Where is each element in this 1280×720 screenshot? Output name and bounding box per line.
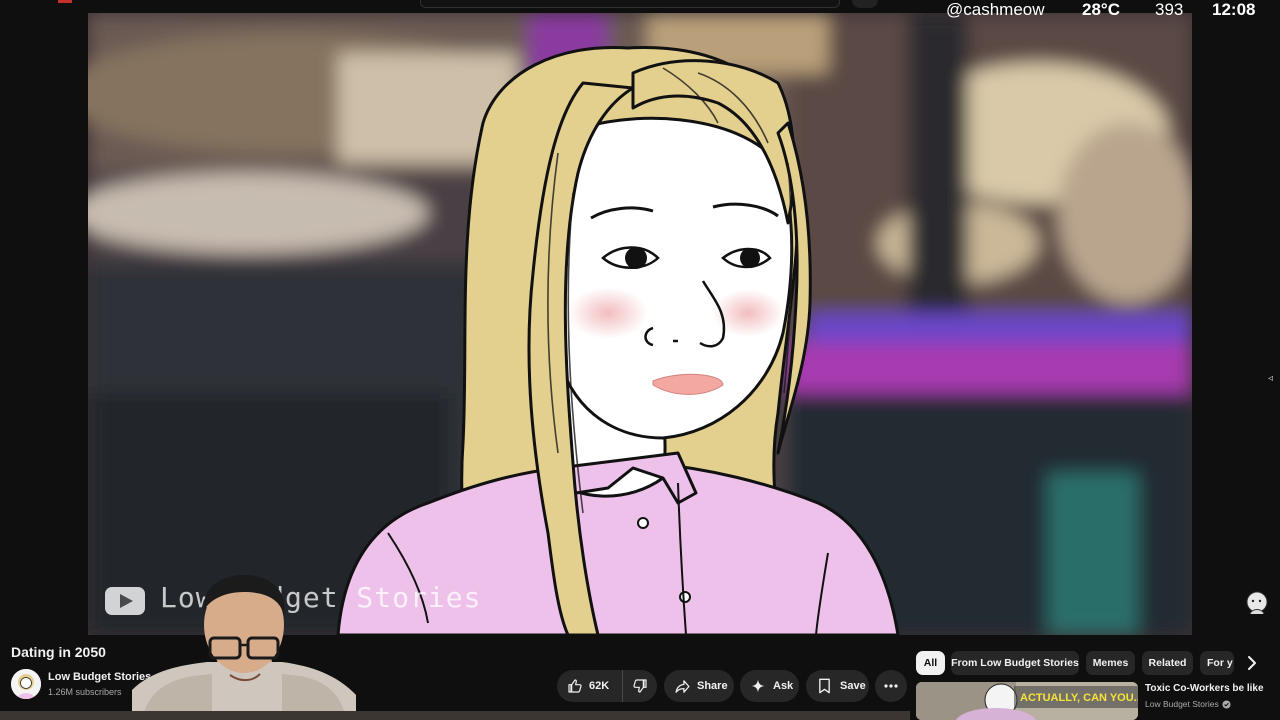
screen: Low Budget Stories @cashmeow 28°C 393 12…	[0, 0, 1280, 720]
overlay-handle: @cashmeow	[946, 0, 1045, 19]
more-actions-button[interactable]	[875, 670, 907, 702]
chip-memes[interactable]: Memes	[1086, 651, 1135, 675]
dislike-button[interactable]	[623, 670, 657, 702]
save-label: Save	[840, 680, 866, 692]
ask-label: Ask	[773, 680, 794, 692]
thumbnail-caption: ACTUALLY, CAN YOU...	[1020, 692, 1138, 704]
channel-avatar-icon	[11, 669, 41, 699]
chevron-right-icon[interactable]	[1244, 654, 1260, 672]
recommendation-title[interactable]: Toxic Co-Workers be like	[1145, 683, 1264, 694]
voice-search-icon[interactable]	[852, 0, 878, 8]
like-dislike-group: 62K	[557, 670, 657, 702]
overlay-count: 393	[1155, 0, 1184, 19]
chip-for-you[interactable]: For y	[1200, 651, 1234, 675]
youtube-logo-fragment	[58, 0, 72, 3]
chip-related[interactable]: Related	[1142, 651, 1193, 675]
search-box-fragment[interactable]	[420, 0, 840, 8]
share-button[interactable]: Share	[664, 670, 734, 702]
more-icon	[884, 684, 898, 688]
character-avatar-icon	[1246, 591, 1268, 615]
like-button[interactable]: 62K	[557, 670, 623, 702]
recommendation-channel-row: Low Budget Stories	[1145, 699, 1231, 709]
share-icon	[675, 679, 690, 693]
channel-avatar[interactable]	[11, 669, 41, 699]
overlay-time: 12:08	[1212, 0, 1256, 19]
thumbnail-art: ACTUALLY, CAN YOU...	[916, 682, 1138, 720]
save-button[interactable]: Save	[806, 670, 869, 702]
subscriber-count: 1.26M subscribers	[48, 687, 122, 697]
ask-icon	[751, 679, 765, 693]
save-icon	[819, 678, 830, 694]
recommendation-channel[interactable]: Low Budget Stories	[1145, 699, 1219, 709]
share-label: Share	[697, 680, 728, 692]
video-frame	[88, 13, 1192, 635]
like-icon	[568, 679, 582, 693]
dislike-icon	[633, 679, 647, 693]
video-player[interactable]: Low Budget Stories	[88, 13, 1192, 635]
description-preview-strip	[0, 711, 910, 720]
recommendation-thumbnail[interactable]: ACTUALLY, CAN YOU...	[916, 682, 1138, 720]
overlay-temperature: 28°C	[1082, 0, 1120, 19]
ask-button[interactable]: Ask	[740, 670, 799, 702]
like-count: 62K	[589, 680, 610, 692]
video-title: Dating in 2050	[11, 644, 106, 660]
webcam-feed	[132, 575, 356, 720]
chip-from-channel[interactable]: From Low Budget Stories	[951, 651, 1079, 675]
streamer-webcam	[132, 570, 356, 720]
chip-all[interactable]: All	[916, 651, 945, 675]
verified-icon	[1222, 699, 1231, 709]
panel-collapse-icon[interactable]: ◃	[1268, 373, 1273, 384]
